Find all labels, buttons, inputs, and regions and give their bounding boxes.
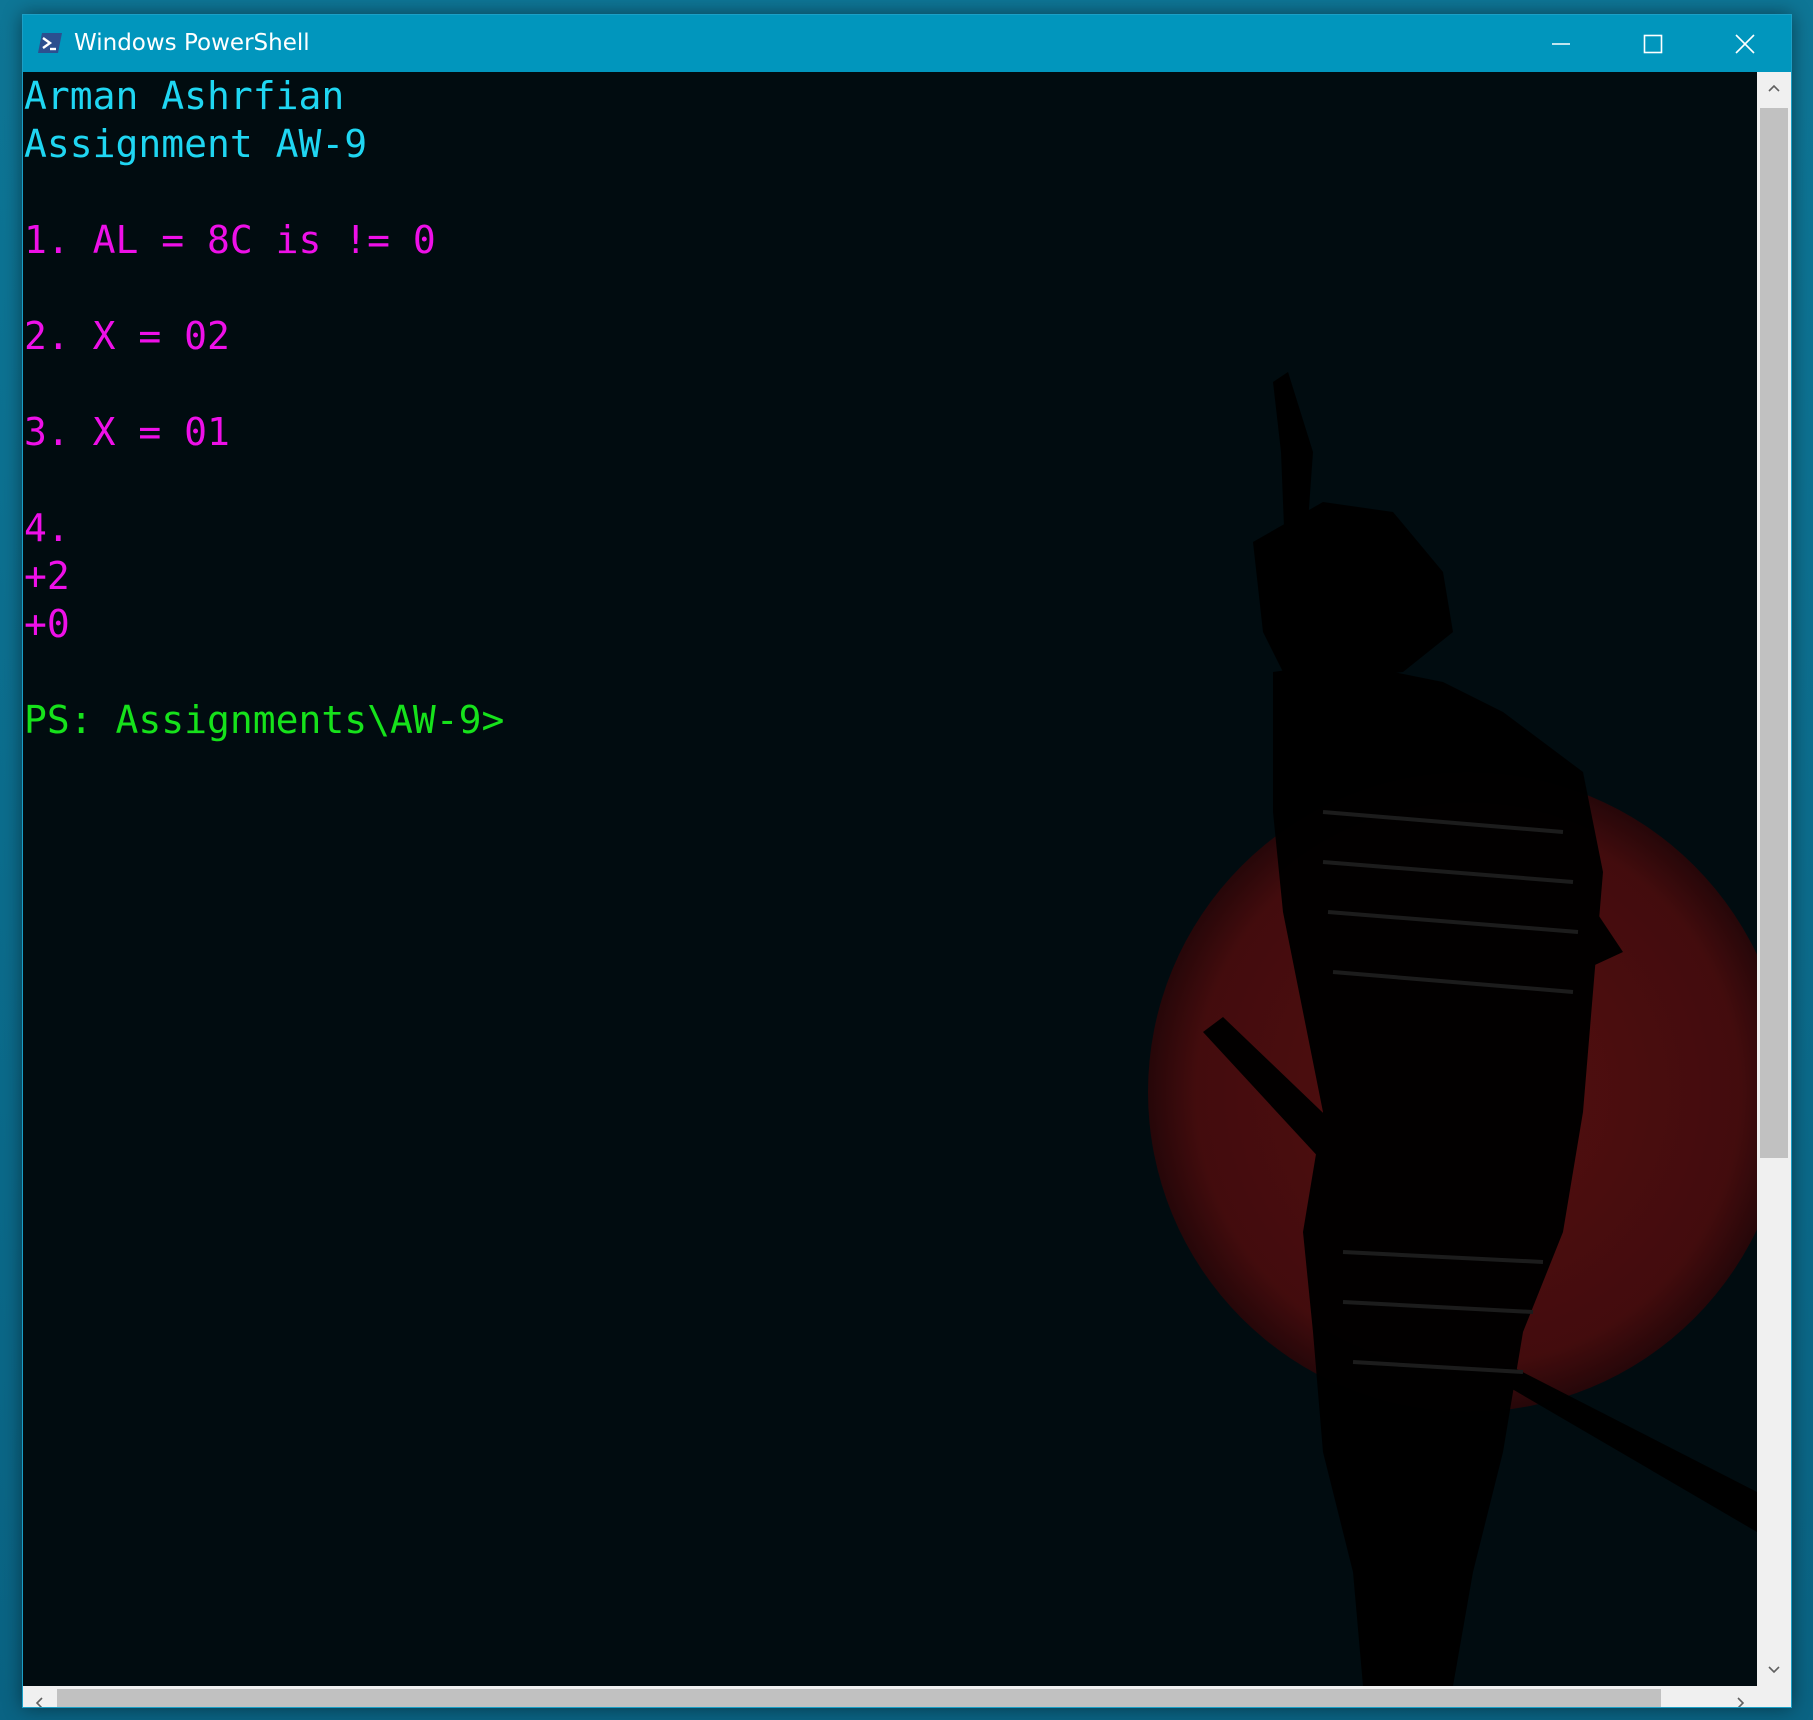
close-icon [1735,33,1755,54]
console-line: +0 [24,602,70,646]
close-button[interactable] [1699,15,1791,72]
console-output-area[interactable]: Arman Ashrfian Assignment AW-9 1. AL = 8C … [23,72,1757,1686]
console-line: 4. [24,506,70,550]
window-title: Windows PowerShell [74,30,310,56]
minimize-icon [1552,42,1570,45]
scroll-up-button[interactable] [1757,72,1791,106]
vertical-scroll-thumb[interactable] [1760,108,1788,1158]
title-bar[interactable]: Windows PowerShell [23,15,1791,72]
powershell-window[interactable]: Windows PowerShell Arman Ashrfian Assign… [22,14,1792,1708]
console-line: PS: Assignments\AW-9> [24,698,505,742]
chevron-left-icon [35,1697,43,1707]
chevron-up-icon [1768,84,1780,92]
scroll-right-button[interactable] [1723,1686,1757,1707]
console-line: +2 [24,554,70,598]
powershell-icon [38,33,62,53]
console-line: 2. X = 02 [24,314,230,358]
scroll-down-button[interactable] [1757,1652,1791,1686]
resize-grip[interactable] [1757,1686,1791,1707]
horizontal-scroll-thumb[interactable] [57,1689,1661,1707]
chevron-down-icon [1768,1666,1780,1674]
chevron-right-icon [1737,1697,1745,1707]
horizontal-scrollbar[interactable] [23,1686,1757,1707]
console-text: Arman Ashrfian Assignment AW-9 1. AL = 8C … [24,72,504,744]
maximize-icon [1643,34,1663,53]
console-line: 1. AL = 8C is != 0 [24,218,436,262]
console-line: Arman Ashrfian [24,74,345,118]
scroll-left-button[interactable] [23,1686,57,1707]
maximize-button[interactable] [1607,15,1699,72]
console-line: 3. X = 01 [24,410,230,454]
minimize-button[interactable] [1515,15,1607,72]
console-line: Assignment AW-9 [24,122,368,166]
vertical-scrollbar[interactable] [1757,72,1791,1686]
